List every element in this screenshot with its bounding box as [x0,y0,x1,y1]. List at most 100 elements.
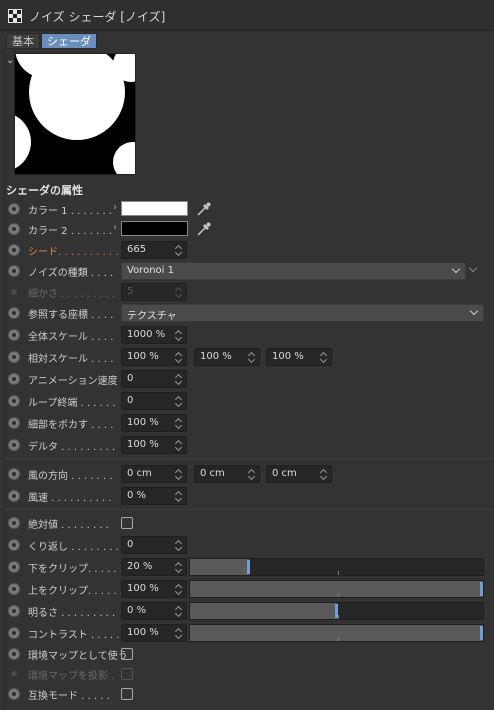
spinner-icon[interactable] [175,604,183,618]
spinner-icon[interactable] [175,582,183,596]
animate-toggle[interactable] [8,583,20,595]
eyedropper-icon[interactable] [196,201,212,217]
wind-direction-y-field[interactable]: 0 cm [194,465,260,483]
animate-toggle[interactable] [8,539,20,551]
color2-swatch[interactable] [121,221,188,236]
global-scale-value: 1000 % [127,329,166,340]
repeat-value: 0 [127,539,134,550]
animate-toggle[interactable] [8,203,20,215]
spinner-icon[interactable] [175,372,183,386]
noise-type-dropdown[interactable]: Voronoi 1 [121,262,466,280]
clip-low-slider[interactable] [189,558,484,576]
clip-high-field[interactable]: 100 % [121,580,187,598]
clip-high-slider[interactable] [189,580,484,598]
spinner-icon[interactable] [175,328,183,342]
animate-toggle[interactable] [8,490,20,502]
animate-toggle[interactable] [8,223,20,235]
global-scale-field[interactable]: 1000 % [121,326,187,344]
compat-label: 互換モード . . . . . [28,691,110,702]
animate-toggle[interactable] [8,417,20,429]
contrast-label: コントラスト . . . . . [28,630,120,641]
spinner-icon[interactable] [320,350,328,364]
wind-speed-field[interactable]: 0 % [121,487,187,505]
slider-tick [338,571,339,575]
fineness-field: 5 [121,283,187,301]
wind-direction-z-field[interactable]: 0 cm [266,465,332,483]
animate-toggle[interactable] [8,688,20,700]
row-blur-detail: 細部をボカす . . . . 100 % [0,413,494,433]
brightness-value: 0 % [127,605,147,616]
wind-direction-x-field[interactable]: 0 cm [121,465,187,483]
slider-handle[interactable] [247,560,250,574]
animate-toggle[interactable] [8,351,20,363]
contrast-field[interactable]: 100 % [121,624,187,642]
spinner-icon[interactable] [175,560,183,574]
animate-toggle[interactable] [8,307,20,319]
repeat-label: くり返し . . . . . . . . [28,542,119,553]
color1-swatch[interactable] [121,201,188,216]
animate-toggle[interactable] [8,517,20,529]
animate-toggle[interactable] [8,468,20,480]
loop-end-label: ループ終端 . . . . . . [28,398,116,409]
animate-toggle[interactable] [8,265,20,277]
blur-detail-field[interactable]: 100 % [121,414,187,432]
chevron-down-icon[interactable] [468,263,478,273]
tab-basic[interactable]: 基本 [6,33,40,49]
spinner-icon[interactable] [248,350,256,364]
anim-speed-field[interactable]: 0 [121,370,187,388]
spinner-icon[interactable] [175,489,183,503]
brightness-field[interactable]: 0 % [121,602,187,620]
animate-toggle[interactable] [8,329,20,341]
tab-bar: 基本 シェーダ [6,33,98,49]
delta-field[interactable]: 100 % [121,436,187,454]
row-color2: カラー 2 . . . . . . . › [0,219,494,239]
spinner-icon[interactable] [320,467,328,481]
row-loop-end: ループ終端 . . . . . . 0 [0,391,494,411]
seed-field[interactable]: 665 [121,241,187,259]
expand-icon[interactable]: › [113,202,117,213]
row-color1: カラー 1 . . . . . . . › [0,199,494,219]
relative-scale-x-field[interactable]: 100 % [121,348,187,366]
spinner-icon[interactable] [175,467,183,481]
slider-fill [190,581,483,597]
clip-low-label: 下をクリップ. . . . . . [28,564,123,575]
compat-checkbox[interactable] [121,688,133,700]
animate-toggle[interactable] [8,395,20,407]
slider-handle[interactable] [335,604,338,618]
spinner-icon[interactable] [175,350,183,364]
spinner-icon[interactable] [175,416,183,430]
row-ref-coord: 参照する座標 . . . . テクスチャ [0,303,494,323]
contrast-slider[interactable] [189,624,484,642]
use-env-checkbox[interactable] [121,648,133,660]
spinner-icon[interactable] [175,438,183,452]
clip-low-field[interactable]: 20 % [121,558,187,576]
slider-handle[interactable] [480,626,483,640]
animate-toggle[interactable] [8,439,20,451]
title-bar: ノイズ シェーダ [ノイズ] [0,0,494,31]
delta-label: デルタ . . . . . . . . . [28,442,116,453]
tab-shader[interactable]: シェーダ [41,33,97,49]
animate-toggle[interactable] [8,561,20,573]
animate-toggle[interactable] [8,605,20,617]
animate-toggle[interactable] [8,244,20,256]
spinner-icon[interactable] [175,538,183,552]
spinner-icon[interactable] [175,394,183,408]
expand-icon[interactable]: › [113,222,117,233]
absolute-checkbox[interactable] [121,517,133,529]
animate-toggle[interactable] [8,373,20,385]
spinner-icon[interactable] [175,626,183,640]
brightness-slider[interactable] [189,602,484,620]
animate-toggle[interactable] [8,648,20,660]
row-compat: 互換モード . . . . . [0,684,494,704]
animate-toggle[interactable] [8,627,20,639]
slider-tick [338,593,339,597]
relative-scale-z-field[interactable]: 100 % [266,348,332,366]
spinner-icon[interactable] [175,243,183,257]
ref-coord-dropdown[interactable]: テクスチャ [121,304,484,322]
relative-scale-y-field[interactable]: 100 % [194,348,260,366]
eyedropper-icon[interactable] [196,221,212,237]
slider-handle[interactable] [480,582,483,596]
spinner-icon[interactable] [248,467,256,481]
repeat-field[interactable]: 0 [121,536,187,554]
loop-end-field[interactable]: 0 [121,392,187,410]
